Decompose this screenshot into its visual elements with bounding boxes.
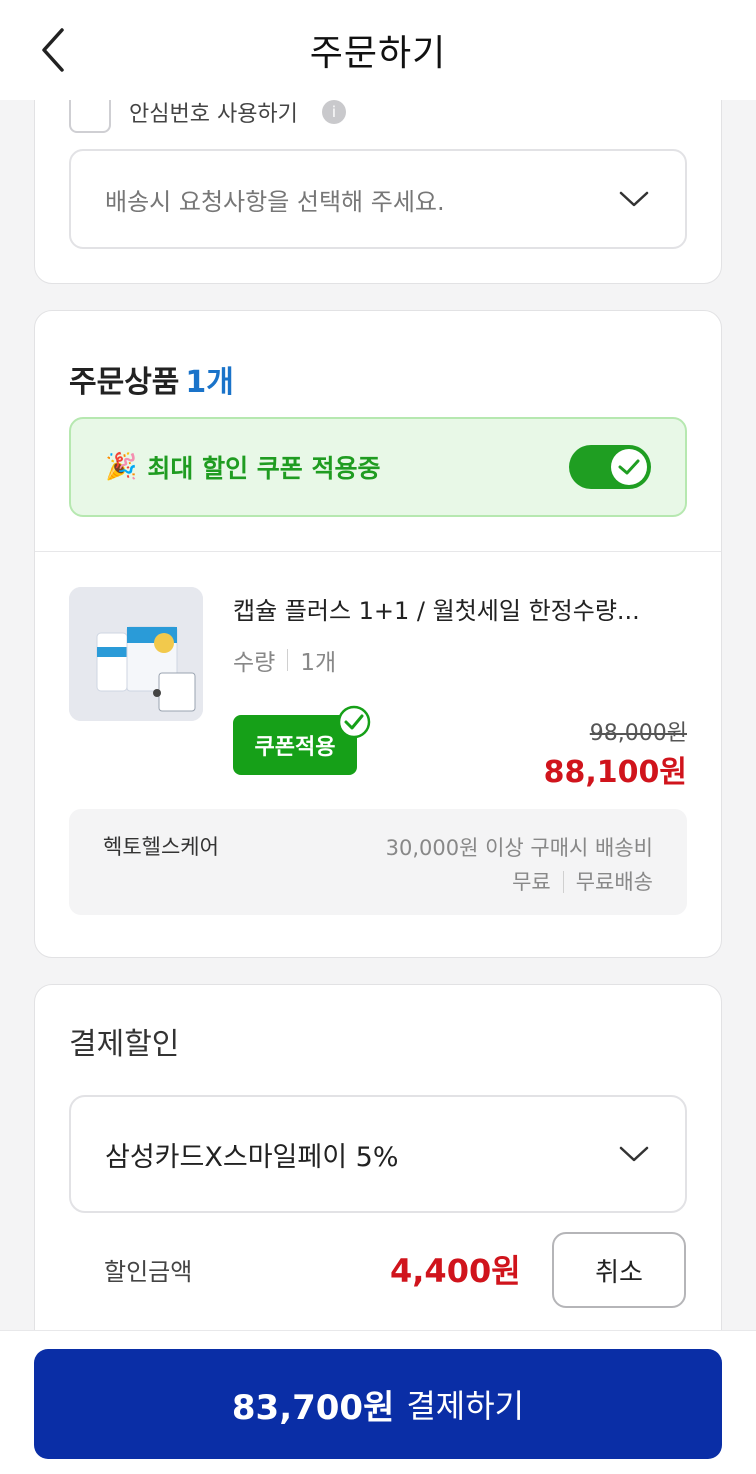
order-items-count: 1개 [185, 365, 234, 400]
divider [35, 551, 721, 552]
coupon-toggle[interactable] [569, 445, 651, 489]
shipping-line2: 무료 무료배송 [386, 865, 653, 899]
pay-amount: 83,700원 [231, 1387, 395, 1428]
bottom-bar: 83,700원 결제하기 [0, 1330, 756, 1474]
payment-discount-title: 결제할인 [69, 1027, 180, 1062]
chevron-down-icon [617, 182, 651, 216]
coupon-banner-text: 최대 할인 쿠폰 적용중 [147, 454, 381, 483]
discount-amount-label: 할인금액 [104, 1258, 193, 1286]
safe-number-label: 안심번호 사용하기 [129, 102, 298, 127]
original-price: 98,000원 [589, 721, 687, 746]
check-circle-icon [337, 705, 371, 739]
order-items-card: 주문상품 1개 🎉 최대 할인 쿠폰 적용중 캡슐 플러스 1+1 / 월첫세일 … [34, 310, 722, 958]
quantity-value: 1개 [300, 650, 337, 676]
card-discount-select[interactable]: 삼성카드X스마일페이 5% [69, 1095, 687, 1213]
order-items-title-text: 주문상품 [69, 365, 180, 400]
quantity-separator [287, 649, 289, 671]
shipping-fee: 무료 [512, 870, 551, 894]
shipping-info: 30,000원 이상 구매시 배송비 무료 무료배송 [386, 831, 653, 899]
delivery-request-placeholder: 배송시 요청사항을 선택해 주세요. [105, 187, 445, 216]
shipping-separator [562, 871, 564, 893]
seller-shipping-box: 헥토헬스케어 30,000원 이상 구매시 배송비 무료 무료배송 [69, 809, 687, 915]
discount-amount-value: 4,400원 [390, 1252, 521, 1290]
coupon-banner-text-wrap: 🎉 최대 할인 쿠폰 적용중 [105, 449, 381, 485]
quantity-label: 수량 [233, 650, 276, 676]
shipping-condition: 30,000원 이상 구매시 배송비 [385, 836, 653, 860]
chevron-down-icon [617, 1137, 651, 1171]
check-icon [611, 449, 647, 485]
cancel-discount-button[interactable]: 취소 [552, 1232, 686, 1308]
shipping-type: 무료배송 [575, 870, 653, 894]
info-icon[interactable]: i [321, 100, 346, 124]
back-button[interactable] [30, 22, 74, 78]
party-popper-icon: 🎉 [105, 452, 138, 482]
product-image[interactable] [69, 587, 203, 721]
chevron-left-icon [42, 28, 64, 72]
delivery-request-select[interactable]: 배송시 요청사항을 선택해 주세요. [69, 149, 687, 249]
order-items-title: 주문상품 1개 [69, 357, 234, 401]
pay-button[interactable]: 83,700원 결제하기 [34, 1349, 722, 1459]
app-header: 주문하기 [0, 0, 756, 100]
seller-name: 헥토헬스케어 [103, 835, 219, 859]
page-title: 주문하기 [309, 33, 447, 74]
max-coupon-banner: 🎉 최대 할인 쿠폰 적용중 [69, 417, 687, 517]
selected-card-discount: 삼성카드X스마일페이 5% [105, 1141, 399, 1173]
pay-label: 결제하기 [406, 1387, 525, 1425]
product-name[interactable]: 캡슐 플러스 1+1 / 월첫세일 한정수량... [233, 591, 693, 626]
final-price: 88,100원 [543, 755, 687, 790]
quantity-row: 수량 1개 [233, 643, 336, 677]
